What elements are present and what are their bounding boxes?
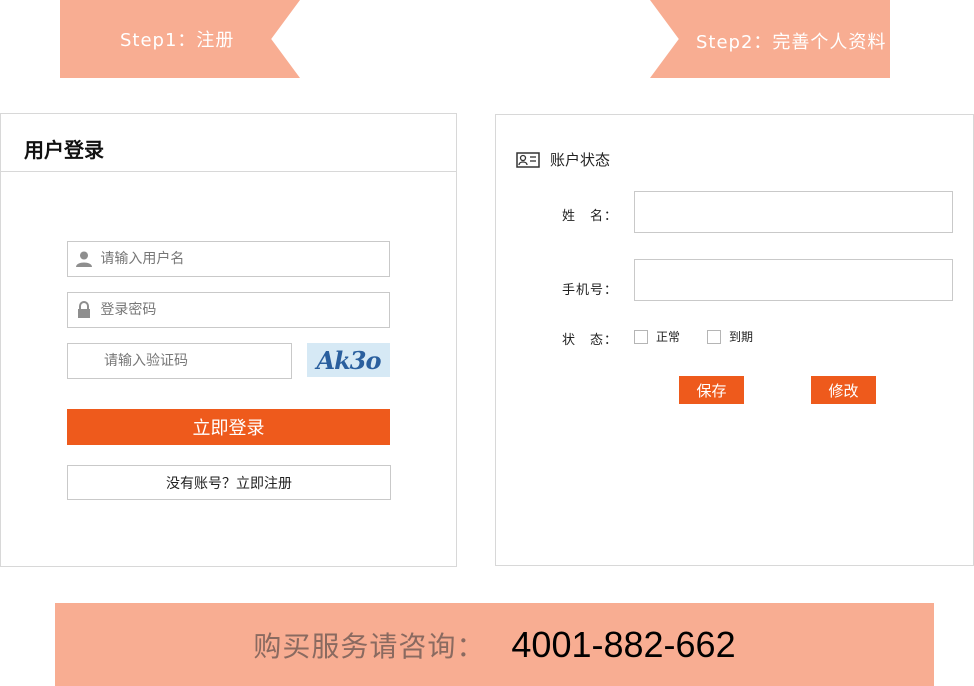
status-normal-checkbox[interactable]: 正常: [634, 328, 680, 345]
contact-banner: 购买服务请咨询： 4001-882-662: [55, 603, 934, 686]
status-expired-checkbox[interactable]: 到期: [707, 328, 753, 345]
register-button[interactable]: 没有账号？立即注册: [67, 465, 391, 500]
account-title-row: 账户状态: [516, 149, 610, 170]
status-normal-label: 正常: [656, 330, 681, 344]
name-field[interactable]: [634, 191, 953, 233]
checkbox-box[interactable]: [707, 329, 721, 344]
account-panel: 账户状态 姓 名： 手机号： 状 态： 正常 到期 保存 修改: [495, 114, 974, 566]
captcha-image[interactable]: Ak3o: [307, 343, 390, 377]
checkbox-box[interactable]: [634, 329, 648, 344]
user-icon: [68, 242, 100, 276]
step1-label: Step1：注册: [120, 30, 235, 51]
id-card-icon: [516, 151, 540, 168]
account-title: 账户状态: [550, 151, 611, 169]
username-field[interactable]: [67, 241, 390, 277]
edit-button[interactable]: 修改: [811, 376, 876, 404]
password-field[interactable]: [67, 292, 390, 328]
step2-banner: Step2：完善个人资料: [650, 0, 890, 78]
login-button[interactable]: 立即登录: [67, 409, 390, 445]
step2-label: Step2：完善个人资料: [696, 32, 887, 53]
status-label: 状 态：: [562, 333, 619, 348]
username-input[interactable]: [100, 242, 389, 276]
lock-icon: [68, 293, 100, 327]
save-button[interactable]: 保存: [679, 376, 744, 404]
captcha-input[interactable]: [104, 344, 291, 378]
phone-input[interactable]: [635, 260, 952, 300]
login-panel: 用户登录 Ak3o 立即登录 没有账号？立即注册: [0, 113, 457, 567]
status-expired-label: 到期: [729, 330, 754, 344]
phone-field[interactable]: [634, 259, 953, 301]
captcha-field[interactable]: [67, 343, 292, 379]
login-title: 用户登录: [1, 114, 456, 172]
name-label: 姓 名：: [562, 209, 619, 224]
password-input[interactable]: [100, 293, 389, 327]
contact-phone: 4001-882-662: [511, 623, 736, 665]
step1-banner: Step1：注册: [60, 0, 300, 78]
contact-label: 购买服务请咨询：: [253, 629, 486, 663]
name-input[interactable]: [635, 192, 952, 232]
phone-label: 手机号：: [562, 283, 619, 298]
